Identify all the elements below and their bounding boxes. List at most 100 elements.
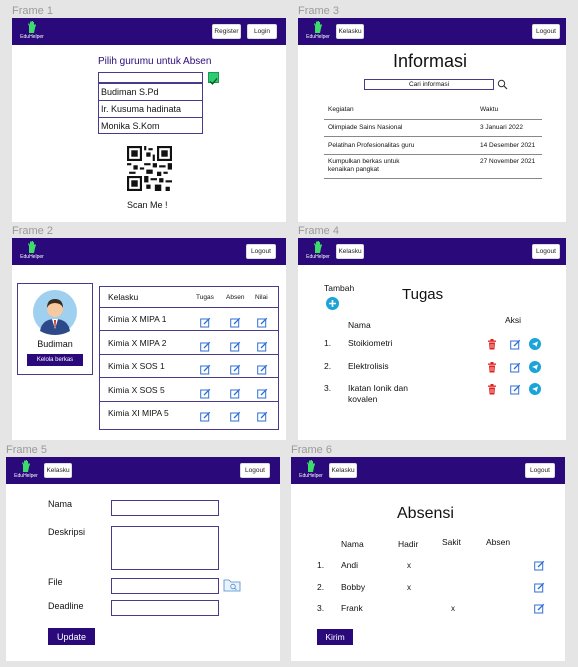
tugas-name[interactable]: Ikatan Ionik dan kovalen bbox=[348, 383, 418, 405]
table-cell: 27 November 2021 bbox=[480, 158, 536, 165]
edit-nilai-icon[interactable] bbox=[257, 386, 268, 398]
check-icon[interactable] bbox=[208, 72, 219, 85]
logout-button[interactable]: Logout bbox=[532, 244, 560, 259]
top-navbar: EduHelper Kelasku Logout bbox=[6, 457, 280, 484]
deskripsi-textarea[interactable] bbox=[111, 526, 219, 570]
edit-absen-icon[interactable] bbox=[230, 386, 241, 398]
send-icon[interactable] bbox=[529, 337, 541, 355]
profile-card: Budiman Kelola berkas bbox=[17, 283, 93, 375]
edit-absen-icon[interactable] bbox=[230, 409, 241, 422]
hand-logo-icon bbox=[22, 460, 30, 472]
hand-logo-icon bbox=[314, 21, 322, 33]
logo-text: EduHelper bbox=[20, 254, 44, 260]
teacher-option[interactable]: Monika S.Kom bbox=[99, 118, 202, 133]
page-title: Absensi bbox=[397, 505, 454, 522]
app-logo[interactable]: EduHelper bbox=[18, 240, 46, 262]
table-cell: 14 Desember 2021 bbox=[480, 142, 536, 149]
add-icon[interactable] bbox=[326, 297, 339, 310]
column-header: Tugas bbox=[196, 294, 214, 301]
edit-icon[interactable] bbox=[510, 382, 521, 400]
edit-icon[interactable] bbox=[534, 580, 545, 598]
delete-icon[interactable] bbox=[487, 337, 497, 355]
kirim-button[interactable]: Kirim bbox=[317, 629, 353, 645]
nama-input[interactable] bbox=[111, 500, 219, 516]
deadline-input[interactable] bbox=[111, 600, 219, 616]
teacher-select[interactable] bbox=[98, 72, 203, 83]
edit-nilai-icon[interactable] bbox=[257, 362, 268, 375]
frame-label: Frame 4 bbox=[298, 225, 339, 237]
delete-icon[interactable] bbox=[487, 382, 497, 400]
app-logo[interactable]: EduHelper bbox=[304, 20, 332, 42]
edit-absen-icon[interactable] bbox=[230, 362, 241, 375]
kelasku-button[interactable]: Kelasku bbox=[44, 463, 72, 478]
login-button[interactable]: Login bbox=[247, 24, 277, 39]
logo-text: EduHelper bbox=[306, 34, 330, 40]
divider bbox=[100, 353, 278, 355]
class-name[interactable]: Kimia X SOS 1 bbox=[108, 361, 165, 371]
sakit-mark[interactable]: x bbox=[451, 604, 455, 613]
top-navbar: EduHelper Logout bbox=[12, 238, 286, 265]
frame-label: Frame 3 bbox=[298, 5, 339, 17]
tugas-name[interactable]: Elektrolisis bbox=[348, 361, 418, 372]
frame-2: EduHelper Logout Budiman Kelola berkas K… bbox=[12, 238, 286, 440]
edit-tugas-icon[interactable] bbox=[200, 409, 211, 422]
delete-icon[interactable] bbox=[487, 360, 497, 378]
logo-text: EduHelper bbox=[306, 254, 330, 260]
edit-nilai-icon[interactable] bbox=[257, 339, 268, 351]
update-button[interactable]: Update bbox=[48, 628, 95, 645]
edit-icon[interactable] bbox=[534, 601, 545, 619]
edit-nilai-icon[interactable] bbox=[257, 409, 268, 422]
send-icon[interactable] bbox=[529, 382, 541, 400]
edit-icon[interactable] bbox=[534, 558, 545, 576]
logout-button[interactable]: Logout bbox=[525, 463, 555, 478]
edit-absen-icon[interactable] bbox=[230, 315, 241, 328]
search-icon[interactable] bbox=[497, 79, 508, 90]
class-name[interactable]: Kimia X MIPA 2 bbox=[108, 338, 166, 348]
logout-button[interactable]: Logout bbox=[532, 24, 560, 39]
kelasku-button[interactable]: Kelasku bbox=[336, 244, 364, 259]
class-name[interactable]: Kimia XI MIPA 5 bbox=[108, 408, 169, 418]
divider bbox=[324, 119, 542, 120]
divider bbox=[100, 330, 278, 331]
logout-button[interactable]: Logout bbox=[240, 463, 270, 478]
kelasku-button[interactable]: Kelasku bbox=[336, 24, 364, 39]
app-logo[interactable]: EduHelper bbox=[304, 240, 332, 262]
app-logo[interactable]: EduHelper bbox=[12, 459, 40, 481]
qr-code bbox=[127, 146, 172, 191]
hadir-mark[interactable]: x bbox=[407, 561, 411, 570]
class-name[interactable]: Kimia X SOS 5 bbox=[108, 385, 165, 395]
row-number: 1. bbox=[324, 338, 332, 348]
class-name[interactable]: Kimia X MIPA 1 bbox=[108, 314, 166, 324]
table-cell: Olimpiade Sains Nasional bbox=[328, 124, 403, 131]
hadir-mark[interactable]: x bbox=[407, 583, 411, 592]
search-input[interactable]: Cari informasi bbox=[364, 79, 494, 90]
edit-tugas-icon[interactable] bbox=[200, 315, 211, 328]
tugas-name[interactable]: Stoikiometri bbox=[348, 338, 418, 349]
scan-me-label: Scan Me ! bbox=[127, 200, 168, 210]
edit-nilai-icon[interactable] bbox=[257, 315, 268, 328]
kelasku-button[interactable]: Kelasku bbox=[329, 463, 357, 478]
edit-icon[interactable] bbox=[510, 337, 521, 355]
edit-absen-icon[interactable] bbox=[230, 339, 241, 351]
hand-logo-icon bbox=[28, 241, 36, 253]
divider bbox=[100, 307, 278, 308]
divider bbox=[324, 154, 542, 155]
send-icon[interactable] bbox=[529, 360, 541, 378]
teacher-option[interactable]: Budiman S.Pd bbox=[99, 84, 202, 101]
file-input[interactable] bbox=[111, 578, 219, 594]
row-number: 2. bbox=[324, 361, 332, 371]
logo-text: EduHelper bbox=[20, 34, 44, 40]
edit-tugas-icon[interactable] bbox=[200, 339, 211, 351]
app-logo[interactable]: EduHelper bbox=[297, 459, 325, 481]
frame-6: EduHelper Kelasku Logout Absensi Nama Ha… bbox=[291, 457, 565, 661]
frame-label: Frame 5 bbox=[6, 444, 47, 456]
logout-button[interactable]: Logout bbox=[246, 244, 276, 259]
register-button[interactable]: Register bbox=[212, 24, 241, 39]
edit-tugas-icon[interactable] bbox=[200, 362, 211, 375]
edit-tugas-icon[interactable] bbox=[200, 386, 211, 398]
folder-search-icon[interactable] bbox=[223, 578, 241, 592]
kelola-berkas-button[interactable]: Kelola berkas bbox=[27, 354, 83, 366]
app-logo[interactable]: EduHelper bbox=[18, 20, 46, 42]
teacher-option[interactable]: Ir. Kusuma hadinata bbox=[99, 101, 202, 118]
edit-icon[interactable] bbox=[510, 360, 521, 378]
